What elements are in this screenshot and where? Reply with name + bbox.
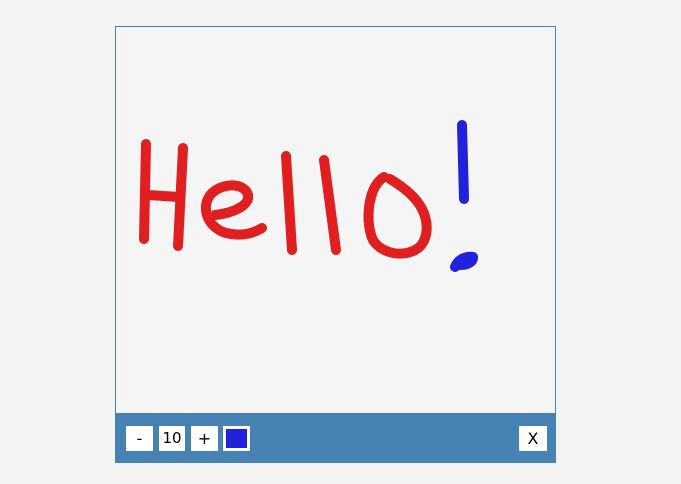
stroke-e <box>200 180 267 240</box>
stroke-l2 <box>319 155 341 255</box>
toolbar: - 10 + X <box>116 413 555 462</box>
color-picker-button[interactable] <box>223 426 250 451</box>
drawing-canvas[interactable] <box>116 27 555 413</box>
stroke-o <box>363 172 432 259</box>
decrease-size-button[interactable]: - <box>126 426 153 451</box>
stroke-l1 <box>281 151 297 255</box>
increase-size-button[interactable]: + <box>191 426 218 451</box>
close-button[interactable]: X <box>519 426 547 451</box>
stroke-exclamation-line <box>457 120 469 204</box>
drawing-strokes <box>139 120 478 272</box>
stroke-h-bar <box>143 190 184 202</box>
brush-size-value: 10 <box>159 426 185 451</box>
drawing-app: - 10 + X <box>115 26 556 463</box>
stroke-exclamation-dot <box>450 251 478 272</box>
